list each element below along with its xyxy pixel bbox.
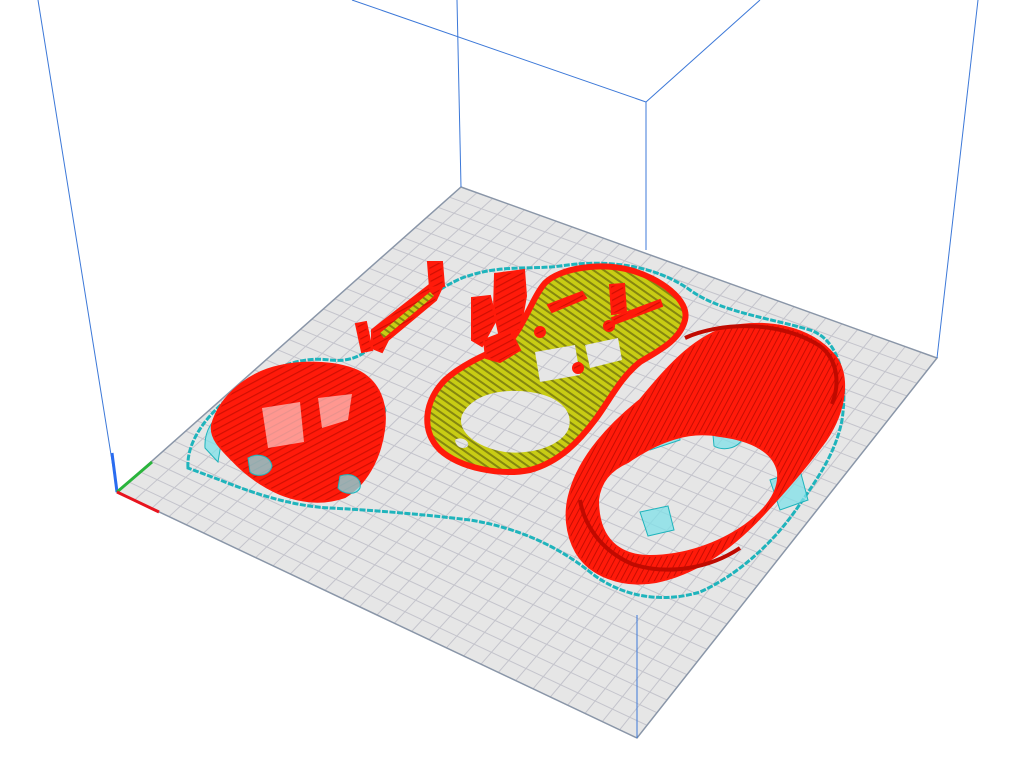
volume-edge-top (351, 0, 647, 103)
chassis-plate-boss (572, 362, 584, 374)
volume-edge-left (37, 0, 118, 493)
rail-part-post (426, 261, 446, 290)
chassis-plate-boss (603, 320, 615, 332)
chassis-plate-mount (608, 282, 628, 316)
volume-edge-right (936, 0, 979, 359)
volume-edge-top (645, 0, 761, 103)
chassis-plate-boss (534, 326, 546, 338)
front-frame-supports (337, 474, 361, 494)
front-frame-window (262, 402, 304, 448)
build-volume-back-edges (351, 0, 761, 250)
3d-viewport[interactable] (0, 0, 1027, 763)
chassis-plate-mount (492, 268, 528, 340)
z-axis-line (110, 452, 119, 493)
volume-edge-back (456, 0, 462, 188)
